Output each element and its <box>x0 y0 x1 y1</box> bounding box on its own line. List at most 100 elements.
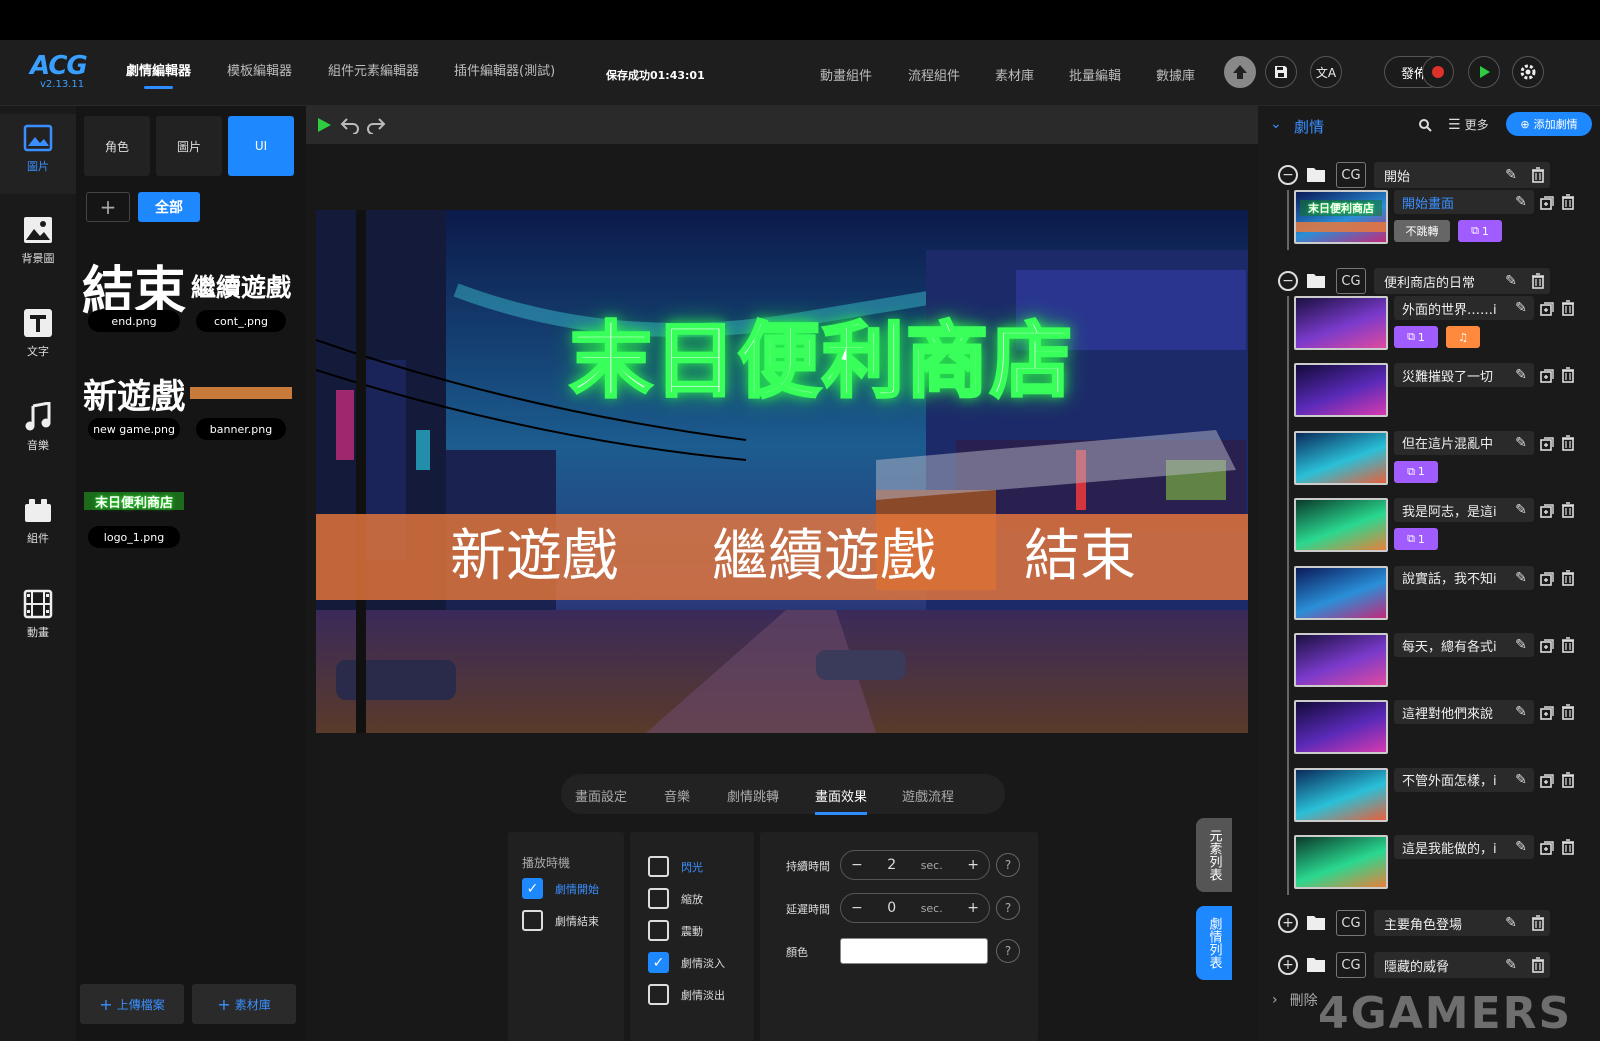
scene-item[interactable]: 災難摧毀了一切 ✎ <box>1294 363 1600 423</box>
scene-thumbnail[interactable] <box>1294 498 1388 553</box>
group-name[interactable]: 開始 <box>1374 162 1550 188</box>
edit-icon[interactable]: ✎ <box>1502 166 1520 184</box>
copy-icon[interactable] <box>1540 638 1554 653</box>
rail-item-image[interactable]: 圖片 <box>0 114 76 194</box>
scene-thumbnail[interactable] <box>1294 296 1388 350</box>
plus-icon[interactable]: + <box>967 900 979 916</box>
help-icon[interactable]: ? <box>996 939 1020 963</box>
scene-item[interactable]: 不管外面怎樣，i ✎ <box>1294 767 1600 828</box>
copy-icon[interactable] <box>1540 840 1554 855</box>
settings-button[interactable] <box>1512 56 1544 88</box>
expand-icon[interactable]: + <box>1278 913 1298 933</box>
edit-icon[interactable]: ✎ <box>1502 272 1520 290</box>
trash-icon[interactable] <box>1561 839 1575 855</box>
redo-icon[interactable] <box>366 116 386 134</box>
scene-item[interactable]: 每天，總有各式i ✎ <box>1294 633 1600 693</box>
preview-play-button[interactable] <box>1468 56 1500 88</box>
more-menu-button[interactable]: ☰ 更多 <box>1448 116 1489 133</box>
asset-thumb-end[interactable]: 結束 <box>82 256 186 322</box>
tab-screen-effect[interactable]: 畫面效果 <box>815 786 868 815</box>
trash-icon[interactable] <box>1561 569 1575 586</box>
menu-new-game[interactable]: 新遊戲 <box>444 522 624 592</box>
edit-icon[interactable]: ✎ <box>1512 501 1530 519</box>
trash-icon[interactable] <box>1561 300 1575 316</box>
story-group[interactable]: − CG 便利商店的日常 ✎ <box>1258 264 1600 298</box>
story-group[interactable]: + CG 主要角色登場 ✎ <box>1258 906 1600 940</box>
nav-flow-components[interactable]: 流程組件 <box>908 65 960 84</box>
tab-game-flow[interactable]: 遊戲流程 <box>902 786 954 805</box>
duration-stepper[interactable]: − 2 sec. + <box>840 850 990 880</box>
timing-story-start[interactable]: ✓ 劇情開始 <box>522 878 599 899</box>
checkbox[interactable] <box>648 856 669 877</box>
app-logo[interactable]: ACG v2.13.11 <box>30 52 100 92</box>
scene-badge[interactable]: 不跳轉 <box>1394 220 1450 242</box>
scene-item[interactable]: 但在這片混亂中 ✎ ⧉ 1 <box>1294 430 1600 491</box>
asset-library-button[interactable]: + 素材庫 <box>192 984 296 1024</box>
checkbox[interactable] <box>648 920 669 941</box>
delay-value[interactable]: 0 <box>887 900 896 916</box>
edit-icon[interactable]: ✎ <box>1512 636 1530 654</box>
trash-icon[interactable] <box>1531 273 1545 289</box>
copy-icon[interactable] <box>1540 705 1554 721</box>
edit-icon[interactable]: ✎ <box>1512 299 1530 317</box>
translate-button[interactable]: 文A <box>1310 56 1342 88</box>
asset-thumb-banner[interactable] <box>190 387 292 399</box>
upload-button[interactable] <box>1224 56 1256 88</box>
copy-icon[interactable] <box>1540 368 1554 384</box>
edit-icon[interactable]: ✎ <box>1512 193 1530 211</box>
effect-fade-out[interactable]: 劇情淡出 <box>648 984 725 1005</box>
copy-icon[interactable] <box>1540 195 1554 210</box>
edit-icon[interactable]: ✎ <box>1502 956 1520 974</box>
tab-music[interactable]: 音樂 <box>664 786 690 805</box>
filter-all-button[interactable]: 全部 <box>138 192 200 222</box>
trash-icon[interactable] <box>1561 367 1575 384</box>
scene-badge[interactable]: ♫ <box>1446 326 1480 348</box>
save-button[interactable] <box>1265 56 1297 88</box>
nav-batch-edit[interactable]: 批量編輯 <box>1069 65 1121 84</box>
scene-item[interactable]: 這是我能做的，i ✎ <box>1294 835 1600 895</box>
duration-value[interactable]: 2 <box>887 857 896 873</box>
trash-icon[interactable] <box>1531 915 1545 931</box>
scene-thumbnail[interactable] <box>1294 565 1388 620</box>
trash-icon[interactable] <box>1561 502 1575 518</box>
tab-story-jump[interactable]: 劇情跳轉 <box>727 786 779 805</box>
plus-icon[interactable]: + <box>967 857 979 873</box>
group-name[interactable]: 主要角色登場 <box>1374 910 1550 936</box>
minus-icon[interactable]: − <box>851 857 863 873</box>
copy-icon[interactable] <box>1540 436 1554 451</box>
chevron-down-icon[interactable]: ⌄ <box>1270 116 1282 132</box>
collapse-icon[interactable]: − <box>1278 165 1298 185</box>
edit-icon[interactable]: ✎ <box>1512 771 1530 789</box>
minus-icon[interactable]: − <box>851 900 863 916</box>
scene-thumbnail[interactable] <box>1294 767 1388 822</box>
scene-thumbnail[interactable] <box>1294 430 1388 485</box>
copy-icon[interactable] <box>1540 773 1554 788</box>
asset-tab-image[interactable]: 圖片 <box>156 116 222 176</box>
edit-icon[interactable]: ✎ <box>1502 914 1520 932</box>
scene-item[interactable]: 外面的世界……i ✎ ⧉ 1 ♫ <box>1294 296 1600 356</box>
edit-icon[interactable]: ✎ <box>1512 434 1530 452</box>
checkbox[interactable] <box>648 888 669 909</box>
menu-continue[interactable]: 繼續遊戲 <box>704 522 944 592</box>
side-tab-elements[interactable]: 元素列表 <box>1196 818 1232 892</box>
tab-plugin-editor[interactable]: 插件編輯器(測試) <box>454 60 555 79</box>
effect-fade-in[interactable]: ✓ 劇情淡入 <box>648 952 725 973</box>
undo-icon[interactable] <box>340 116 360 134</box>
nav-animation-components[interactable]: 動畫組件 <box>820 65 872 84</box>
scene-badge[interactable]: ⧉ 1 <box>1458 220 1502 242</box>
timing-story-end[interactable]: 劇情結束 <box>522 910 599 931</box>
edit-icon[interactable]: ✎ <box>1512 366 1530 384</box>
group-name[interactable]: 隱藏的威脅 <box>1374 952 1550 978</box>
menu-end[interactable]: 結束 <box>1020 522 1140 592</box>
effect-zoom[interactable]: 縮放 <box>648 888 703 909</box>
scene-thumbnail[interactable] <box>1294 835 1388 890</box>
add-filter-button[interactable]: + <box>86 192 130 222</box>
group-name[interactable]: 便利商店的日常 <box>1374 268 1550 294</box>
nav-database[interactable]: 數據庫 <box>1156 65 1195 84</box>
trash-icon[interactable] <box>1531 957 1545 973</box>
trash-icon[interactable] <box>1561 637 1575 653</box>
delete-section[interactable]: › 刪除 <box>1272 990 1318 1010</box>
edit-icon[interactable]: ✎ <box>1512 838 1530 856</box>
rail-item-text[interactable]: 文字 <box>0 299 76 379</box>
asset-tab-character[interactable]: 角色 <box>84 116 150 176</box>
